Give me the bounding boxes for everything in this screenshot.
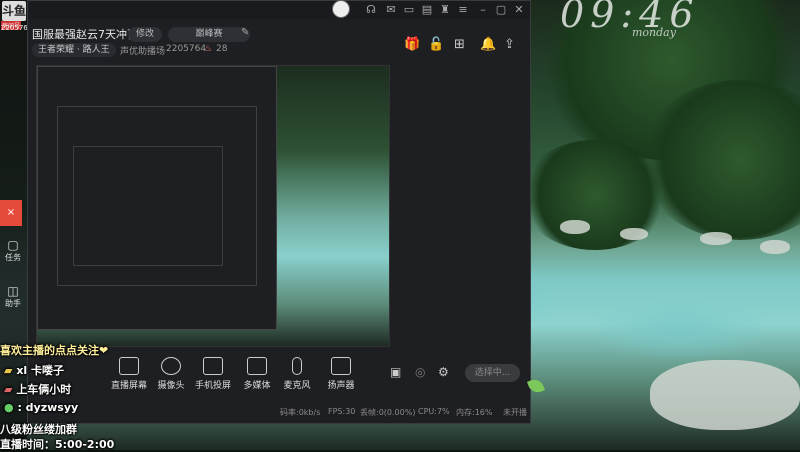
clock-text: 09:46: [560, 0, 700, 36]
tool-label: 扬声器: [327, 381, 355, 391]
sidebar-item-label: 助手: [5, 299, 21, 308]
badge-icon: ▰: [4, 364, 13, 377]
fans-label: 声优助播场: [120, 47, 166, 57]
minimize-icon[interactable]: –: [476, 3, 490, 17]
record-icon[interactable]: ▣: [390, 365, 401, 379]
live-state: 未开播: [503, 408, 527, 417]
status-bar: 码率:0kb/s FPS:30 丢帧:0(0.00%) CPU:7% 内存:16…: [28, 405, 530, 419]
headset-icon[interactable]: ☊: [364, 3, 378, 17]
memory-status: 内存:16%: [456, 408, 493, 417]
rank-badge[interactable]: 王者荣耀 · 路人王: [32, 43, 116, 57]
tool-label: 多媒体: [243, 381, 271, 391]
play-icon: [247, 357, 267, 375]
overlay-line: ● : dyzwsyy: [4, 401, 78, 414]
pencil-icon[interactable]: ✎: [241, 27, 249, 38]
tool-label: 摄像头: [157, 381, 185, 391]
title-bar: ☊ ✉ ▭ ▤ ♜ ≡ – ▢ ✕: [28, 0, 530, 19]
phone-icon: [203, 357, 223, 375]
fire-icon: ♨: [204, 44, 213, 54]
overlay-line: ▰ xl 卡喽子: [4, 362, 64, 378]
fps-status: FPS:30: [328, 407, 356, 416]
eye-icon[interactable]: ◎: [415, 365, 425, 379]
sidebar-item-label: 任务: [5, 253, 21, 262]
microphone-icon: [292, 357, 302, 375]
lock-icon[interactable]: 🔓: [428, 37, 444, 52]
settings-icon[interactable]: ⚙: [438, 365, 449, 379]
task-icon: ▢: [7, 238, 19, 252]
category-selector[interactable]: 巅峰赛: [168, 27, 250, 42]
streaming-app-window: ☊ ✉ ▭ ▤ ♜ ≡ – ▢ ✕ 国服最强赵云7天冲百星 修改 巅峰赛 ✎ 王…: [27, 0, 545, 424]
mail-icon[interactable]: ✉: [384, 3, 398, 17]
overlay-line: 八级粉丝缕加群: [0, 423, 77, 436]
overlay-line: ▰ 上车俩小时: [4, 381, 71, 397]
message-icon[interactable]: ▭: [402, 3, 416, 17]
shop-icon[interactable]: ⊞: [454, 37, 465, 52]
monitor-icon: [119, 357, 139, 375]
sidebar-item-tasks[interactable]: ▢ 任务: [0, 238, 26, 263]
close-panel-button[interactable]: ×: [0, 200, 22, 226]
toolbar: 直播屏幕 摄像头 手机投屏 多媒体 麦克风 扬声器 ▣ ◎ ⚙: [28, 357, 530, 397]
sidebar-item-assistant[interactable]: ◫ 助手: [0, 284, 26, 309]
bitrate-status: 码率:0kb/s: [280, 408, 321, 417]
room-number: 2205764: [166, 44, 207, 54]
category-label: 巅峰赛: [195, 29, 223, 39]
drop-status: 丢帧:0(0.00%): [360, 408, 416, 417]
weekday-text: monday: [632, 26, 676, 39]
edit-title-button[interactable]: 修改: [128, 27, 163, 42]
speaker-button[interactable]: 扬声器: [316, 357, 366, 391]
phone-cast-button[interactable]: 手机投屏: [188, 357, 238, 391]
maximize-icon[interactable]: ▢: [494, 3, 508, 17]
overlay-text: : dyzwsyy: [17, 401, 79, 414]
tool-label: 麦克风: [283, 381, 311, 391]
start-live-button[interactable]: 选择中...: [465, 364, 520, 382]
overlay-text: xl 卡喽子: [16, 364, 65, 377]
nested-preview-3: [73, 146, 223, 266]
camera-icon: [161, 357, 181, 375]
follow-banner: 喜欢主播的点点关注❤: [0, 344, 109, 357]
close-icon[interactable]: ✕: [512, 3, 526, 17]
fire-count: 28: [216, 44, 228, 54]
bell-icon[interactable]: 🔔: [480, 37, 496, 52]
tool-label: 直播屏幕: [110, 381, 147, 391]
menu-icon[interactable]: ≡: [456, 3, 470, 17]
assistant-icon: ◫: [7, 284, 19, 298]
microphone-button[interactable]: 麦克风: [272, 357, 322, 391]
wechat-icon: ●: [4, 401, 14, 414]
badge-icon: ▰: [4, 383, 13, 396]
douyu-logo: 斗鱼: [2, 1, 26, 21]
overlay-text: 上车俩小时: [16, 383, 72, 396]
notice-icon[interactable]: ▤: [420, 3, 434, 17]
stream-preview[interactable]: [36, 65, 390, 347]
speaker-icon: [331, 357, 351, 375]
shirt-icon[interactable]: ♜: [438, 3, 452, 17]
tool-label: 手机投屏: [194, 381, 231, 391]
cpu-status: CPU:7%: [418, 407, 450, 416]
share-icon[interactable]: ⇪: [504, 37, 515, 52]
avatar[interactable]: [332, 0, 350, 18]
gift-icon[interactable]: 🎁: [404, 37, 420, 52]
